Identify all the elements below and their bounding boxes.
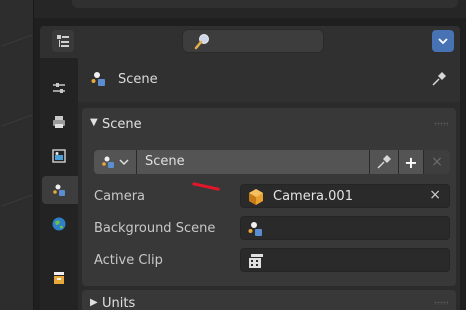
tool-settings-icon	[53, 83, 65, 93]
tab-view-layer[interactable]	[44, 142, 74, 170]
camera-object-icon	[249, 189, 263, 205]
context-title: Scene	[118, 72, 158, 87]
area-top-edge	[34, 0, 466, 18]
output-printer-icon	[53, 116, 65, 128]
grid-line	[0, 114, 34, 127]
scene-icon	[248, 222, 262, 236]
panel-title[interactable]: Scene	[102, 117, 142, 132]
drag-handle[interactable]	[434, 122, 448, 126]
tab-scene[interactable]	[42, 176, 78, 204]
collection-icon	[54, 272, 64, 284]
background-scene-label: Background Scene	[94, 221, 216, 236]
panel-expand-arrow-icon[interactable]: ▶	[90, 297, 98, 308]
pin-scene-button[interactable]	[370, 150, 398, 174]
tab-collection[interactable]	[44, 264, 74, 292]
properties-content: Scene ▼ Scene Scene + × Camera Camera.00…	[78, 58, 460, 310]
viewport-edge	[0, 0, 34, 310]
pin-icon[interactable]	[430, 70, 448, 88]
pin-icon	[377, 155, 391, 169]
camera-label: Camera	[94, 189, 146, 204]
new-scene-button[interactable]: +	[399, 150, 423, 174]
browse-scene-button[interactable]	[94, 150, 136, 174]
scene-datablock-selector: Scene + ×	[94, 150, 450, 174]
properties-header	[40, 26, 460, 58]
scene-panel: ▼ Scene Scene + × Camera Camera.001 × Ba…	[82, 108, 456, 286]
area-divider	[72, 0, 458, 8]
view-layer-icon	[52, 149, 66, 163]
scene-icon	[91, 72, 105, 86]
chevron-down-icon	[119, 159, 129, 166]
search-input[interactable]	[182, 29, 324, 53]
properties-tabs	[40, 58, 78, 310]
movie-clip-icon	[249, 254, 263, 268]
properties-editor-icon	[57, 35, 69, 47]
context-header: Scene	[78, 58, 460, 102]
tab-tool[interactable]	[44, 74, 74, 102]
camera-field[interactable]: Camera.001 ×	[240, 184, 450, 208]
scene-icon	[53, 184, 65, 196]
panel-title[interactable]: Units	[102, 296, 135, 310]
drag-handle[interactable]	[434, 301, 448, 305]
chevron-down-icon	[438, 38, 448, 45]
active-clip-label: Active Clip	[94, 253, 163, 268]
tab-world[interactable]	[44, 210, 74, 238]
camera-value: Camera.001	[273, 189, 353, 204]
world-icon	[52, 217, 66, 231]
scene-name-field[interactable]: Scene	[137, 150, 369, 174]
units-panel[interactable]: ▶ Units	[82, 290, 456, 310]
grid-line	[0, 34, 34, 47]
scene-icon	[102, 156, 114, 168]
tab-output[interactable]	[44, 108, 74, 136]
active-clip-field[interactable]	[240, 248, 450, 272]
clear-camera-button[interactable]: ×	[429, 187, 441, 203]
options-dropdown-button[interactable]	[432, 30, 454, 52]
panel-collapse-arrow-icon[interactable]: ▼	[90, 117, 98, 128]
search-icon	[194, 34, 209, 50]
background-scene-field[interactable]	[240, 216, 450, 240]
delete-scene-button[interactable]: ×	[424, 150, 450, 174]
grid-line	[0, 194, 34, 207]
editor-type-button[interactable]	[52, 30, 74, 52]
